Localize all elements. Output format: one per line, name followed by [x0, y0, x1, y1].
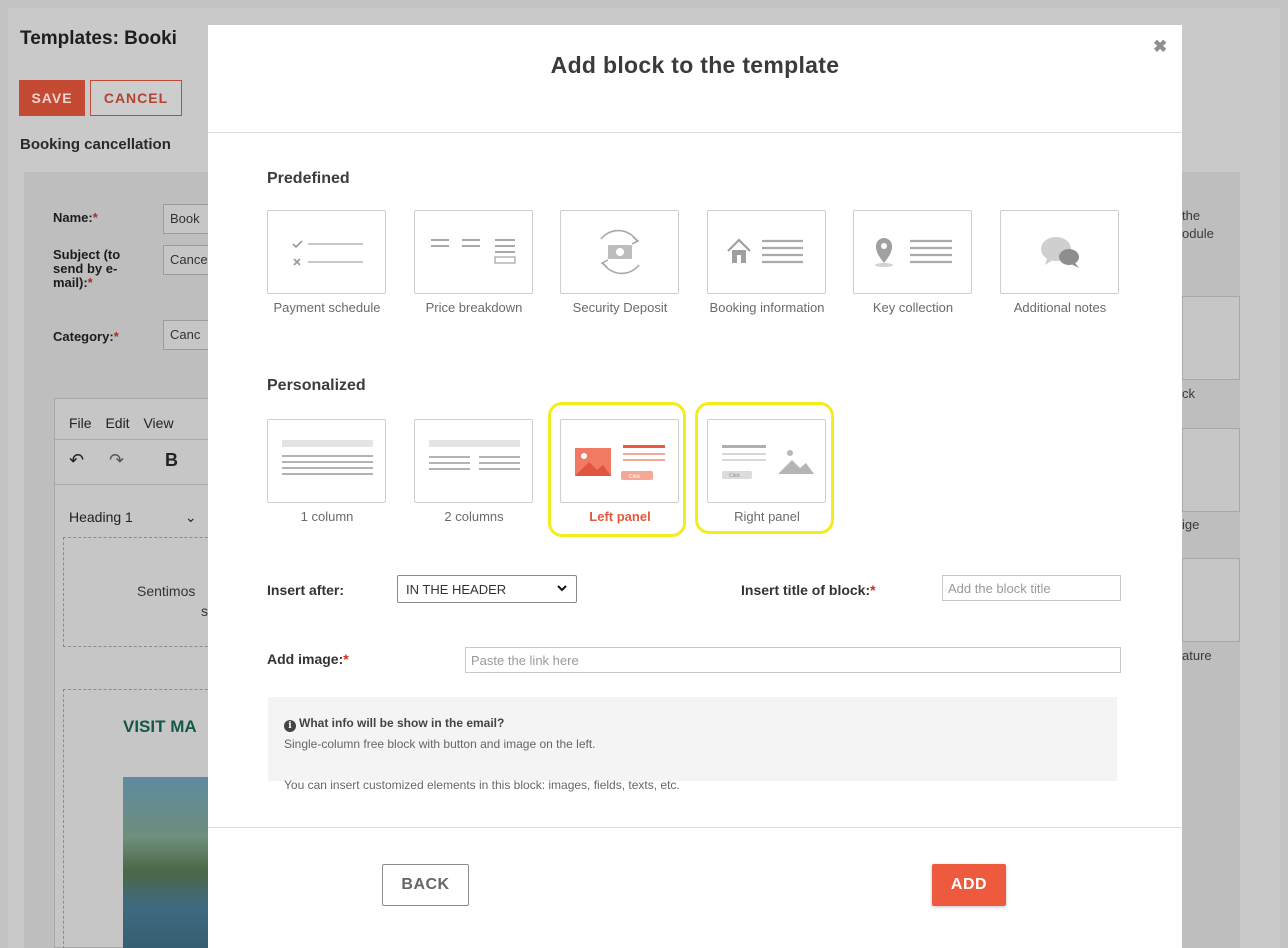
insert-after-label: Insert after: — [267, 582, 345, 598]
side-signature-card[interactable] — [1182, 558, 1240, 642]
block-title-label: Insert title of block:* — [741, 582, 876, 598]
editor-toolbar: ↶ ↷ B — [55, 439, 223, 485]
block-label: Key collection — [872, 300, 954, 315]
undo-icon[interactable]: ↶ — [69, 450, 84, 471]
redo-icon[interactable]: ↷ — [109, 450, 124, 471]
block-label: Right panel — [734, 509, 800, 524]
left-panel-icon: Click — [575, 445, 665, 480]
one-column-icon — [282, 440, 373, 475]
info-line-1: Single-column free block with button and… — [284, 737, 596, 751]
side-image-card[interactable] — [1182, 428, 1240, 512]
card-button-text: Click — [729, 473, 740, 479]
editor-body-text-2: s — [201, 603, 208, 619]
block-label: Booking information — [709, 300, 825, 315]
block-card-1-column[interactable] — [267, 419, 386, 503]
cancel-button[interactable]: CANCEL — [90, 80, 182, 116]
block-card-key-collection[interactable] — [853, 210, 972, 294]
block-card-right-panel[interactable]: Click — [707, 419, 826, 503]
chevron-down-icon — [557, 585, 567, 592]
editor-body-text: Sentimos — [137, 583, 196, 599]
side-text: ige — [1182, 517, 1200, 532]
block-card-price-breakdown[interactable] — [414, 210, 533, 294]
block-card-2-columns[interactable] — [414, 419, 533, 503]
block-label: 2 columns — [444, 509, 504, 524]
editor-visit-heading: VISIT MA — [123, 717, 197, 736]
predefined-section-title: Predefined — [267, 170, 350, 187]
price-breakdown-icon — [431, 239, 516, 264]
block-card-payment-schedule[interactable] — [267, 210, 386, 294]
additional-notes-icon — [1041, 237, 1079, 268]
name-label: Name:* — [53, 210, 98, 225]
chevron-down-icon: ⌄ — [184, 509, 197, 525]
card-button-text: Click — [629, 474, 640, 480]
image-link-input[interactable]: Paste the link here — [465, 647, 1121, 673]
booking-information-icon — [727, 238, 803, 264]
rich-text-editor: File Edit View ↶ ↷ B Heading 1 ⌄ Sentimos… — [54, 398, 233, 948]
info-icon: i — [284, 720, 296, 732]
personalized-section-title: Personalized — [267, 377, 366, 394]
template-subtitle: Booking cancellation — [20, 136, 171, 153]
block-card-booking-information[interactable] — [707, 210, 826, 294]
block-card-left-panel[interactable]: Click — [560, 419, 679, 503]
insert-after-select[interactable]: IN THE HEADER — [397, 575, 577, 603]
modal-title: Add block to the template — [550, 52, 840, 78]
block-label: Security Deposit — [572, 300, 668, 315]
block-title-input[interactable]: Add the block title — [942, 575, 1121, 601]
info-heading: i What info will be show in the email? — [284, 716, 504, 732]
block-label-selected: Left panel — [589, 509, 651, 524]
header-divider — [208, 132, 1182, 133]
insert-after-value: IN THE HEADER — [406, 582, 507, 597]
block-card-additional-notes[interactable] — [1000, 210, 1119, 294]
side-block-card[interactable] — [1182, 296, 1240, 380]
block-label: Additional notes — [1013, 300, 1107, 315]
security-deposit-icon — [600, 229, 640, 275]
two-columns-icon — [429, 440, 520, 470]
block-label: Payment schedule — [273, 300, 381, 315]
key-collection-icon — [875, 238, 952, 267]
side-text: ck — [1182, 386, 1195, 401]
block-card-security-deposit[interactable] — [560, 210, 679, 294]
side-text: ature — [1182, 648, 1212, 663]
subject-label: Subject (to send by e-mail):* — [53, 247, 121, 290]
right-panel-icon: Click — [722, 445, 814, 479]
heading-select[interactable]: Heading 1 ⌄ — [69, 509, 197, 526]
payment-schedule-icon — [292, 240, 363, 266]
side-text: odule — [1182, 226, 1214, 241]
info-line-2: You can insert customized elements in th… — [284, 778, 680, 792]
category-label: Category:* — [53, 329, 119, 344]
block-label: 1 column — [300, 509, 354, 524]
save-button[interactable]: SAVE — [19, 80, 85, 116]
back-button[interactable]: BACK — [382, 864, 469, 906]
block-label: Price breakdown — [425, 300, 523, 315]
page-title: Templates: Booki — [20, 28, 177, 49]
side-text: the — [1182, 208, 1201, 223]
editor-menubar[interactable]: File Edit View — [69, 415, 174, 431]
bold-button[interactable]: B — [165, 450, 178, 471]
footer-divider — [208, 827, 1182, 828]
add-button[interactable]: ADD — [932, 864, 1006, 906]
add-image-label: Add image:* — [267, 651, 349, 667]
